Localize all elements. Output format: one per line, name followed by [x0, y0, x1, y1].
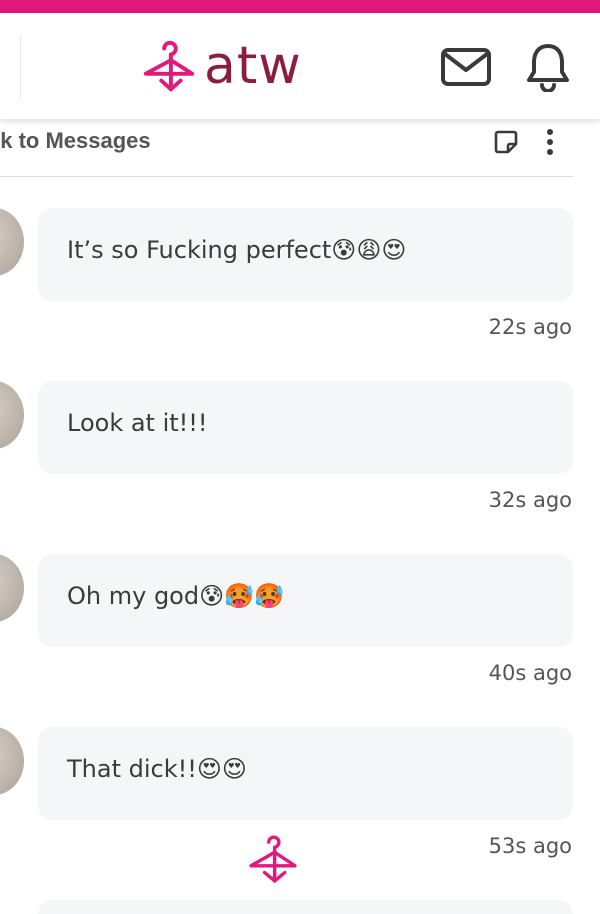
message-text: It’s so Fucking perfect😰😩😍: [67, 236, 407, 264]
message-bubble: Look at it!!!: [38, 381, 573, 474]
conversation-toolbar: ck to Messages: [0, 119, 600, 177]
more-vertical-icon: [547, 129, 553, 155]
message-text: Oh my god😰🥵🥵: [67, 582, 284, 610]
more-options-button[interactable]: [538, 124, 562, 160]
message-item: Oh my god😰🥵🥵 40s ago: [0, 523, 600, 696]
avatar[interactable]: [0, 727, 24, 795]
hanger-logo-icon: [143, 40, 195, 92]
message-text: That dick!!😍😍: [67, 755, 247, 783]
message-timestamp: 32s ago: [488, 488, 572, 512]
logo-text: atw: [204, 36, 302, 96]
avatar[interactable]: [0, 554, 24, 622]
note-icon: [494, 130, 518, 154]
message-bubble: That dick!!😍😍: [38, 727, 573, 820]
floating-logo-button[interactable]: [246, 832, 300, 886]
back-to-messages-link[interactable]: ck to Messages: [0, 128, 151, 154]
header-divider: [20, 35, 21, 99]
message-timestamp: 22s ago: [488, 315, 572, 339]
message-item: Look at it!!! 32s ago: [0, 350, 600, 523]
messages-button[interactable]: [438, 43, 494, 91]
message-bubble: It’s so Fucking perfect😰😩😍: [38, 208, 573, 301]
avatar[interactable]: [0, 208, 24, 276]
message-bubble: Oh my god😰🥵🥵: [38, 554, 573, 647]
logo[interactable]: atw: [138, 31, 302, 101]
mail-icon: [441, 48, 491, 86]
message-item: That dick!!😍😍 53s ago: [0, 696, 600, 869]
avatar[interactable]: [0, 381, 24, 449]
bell-icon: [527, 44, 569, 92]
message-item: It’s so Fucking perfect😰😩😍 22s ago: [0, 177, 600, 350]
notifications-button[interactable]: [520, 43, 576, 92]
top-accent-bar: [0, 0, 600, 13]
message-text: Look at it!!!: [67, 409, 208, 437]
hanger-logo-icon: [249, 835, 297, 883]
message-bubble-partial: [38, 900, 573, 914]
message-timestamp: 40s ago: [488, 661, 572, 685]
message-timestamp: 53s ago: [488, 834, 572, 858]
note-button[interactable]: [490, 126, 522, 158]
app-header: atw: [0, 13, 600, 119]
message-list[interactable]: It’s so Fucking perfect😰😩😍 22s ago Look …: [0, 177, 600, 914]
